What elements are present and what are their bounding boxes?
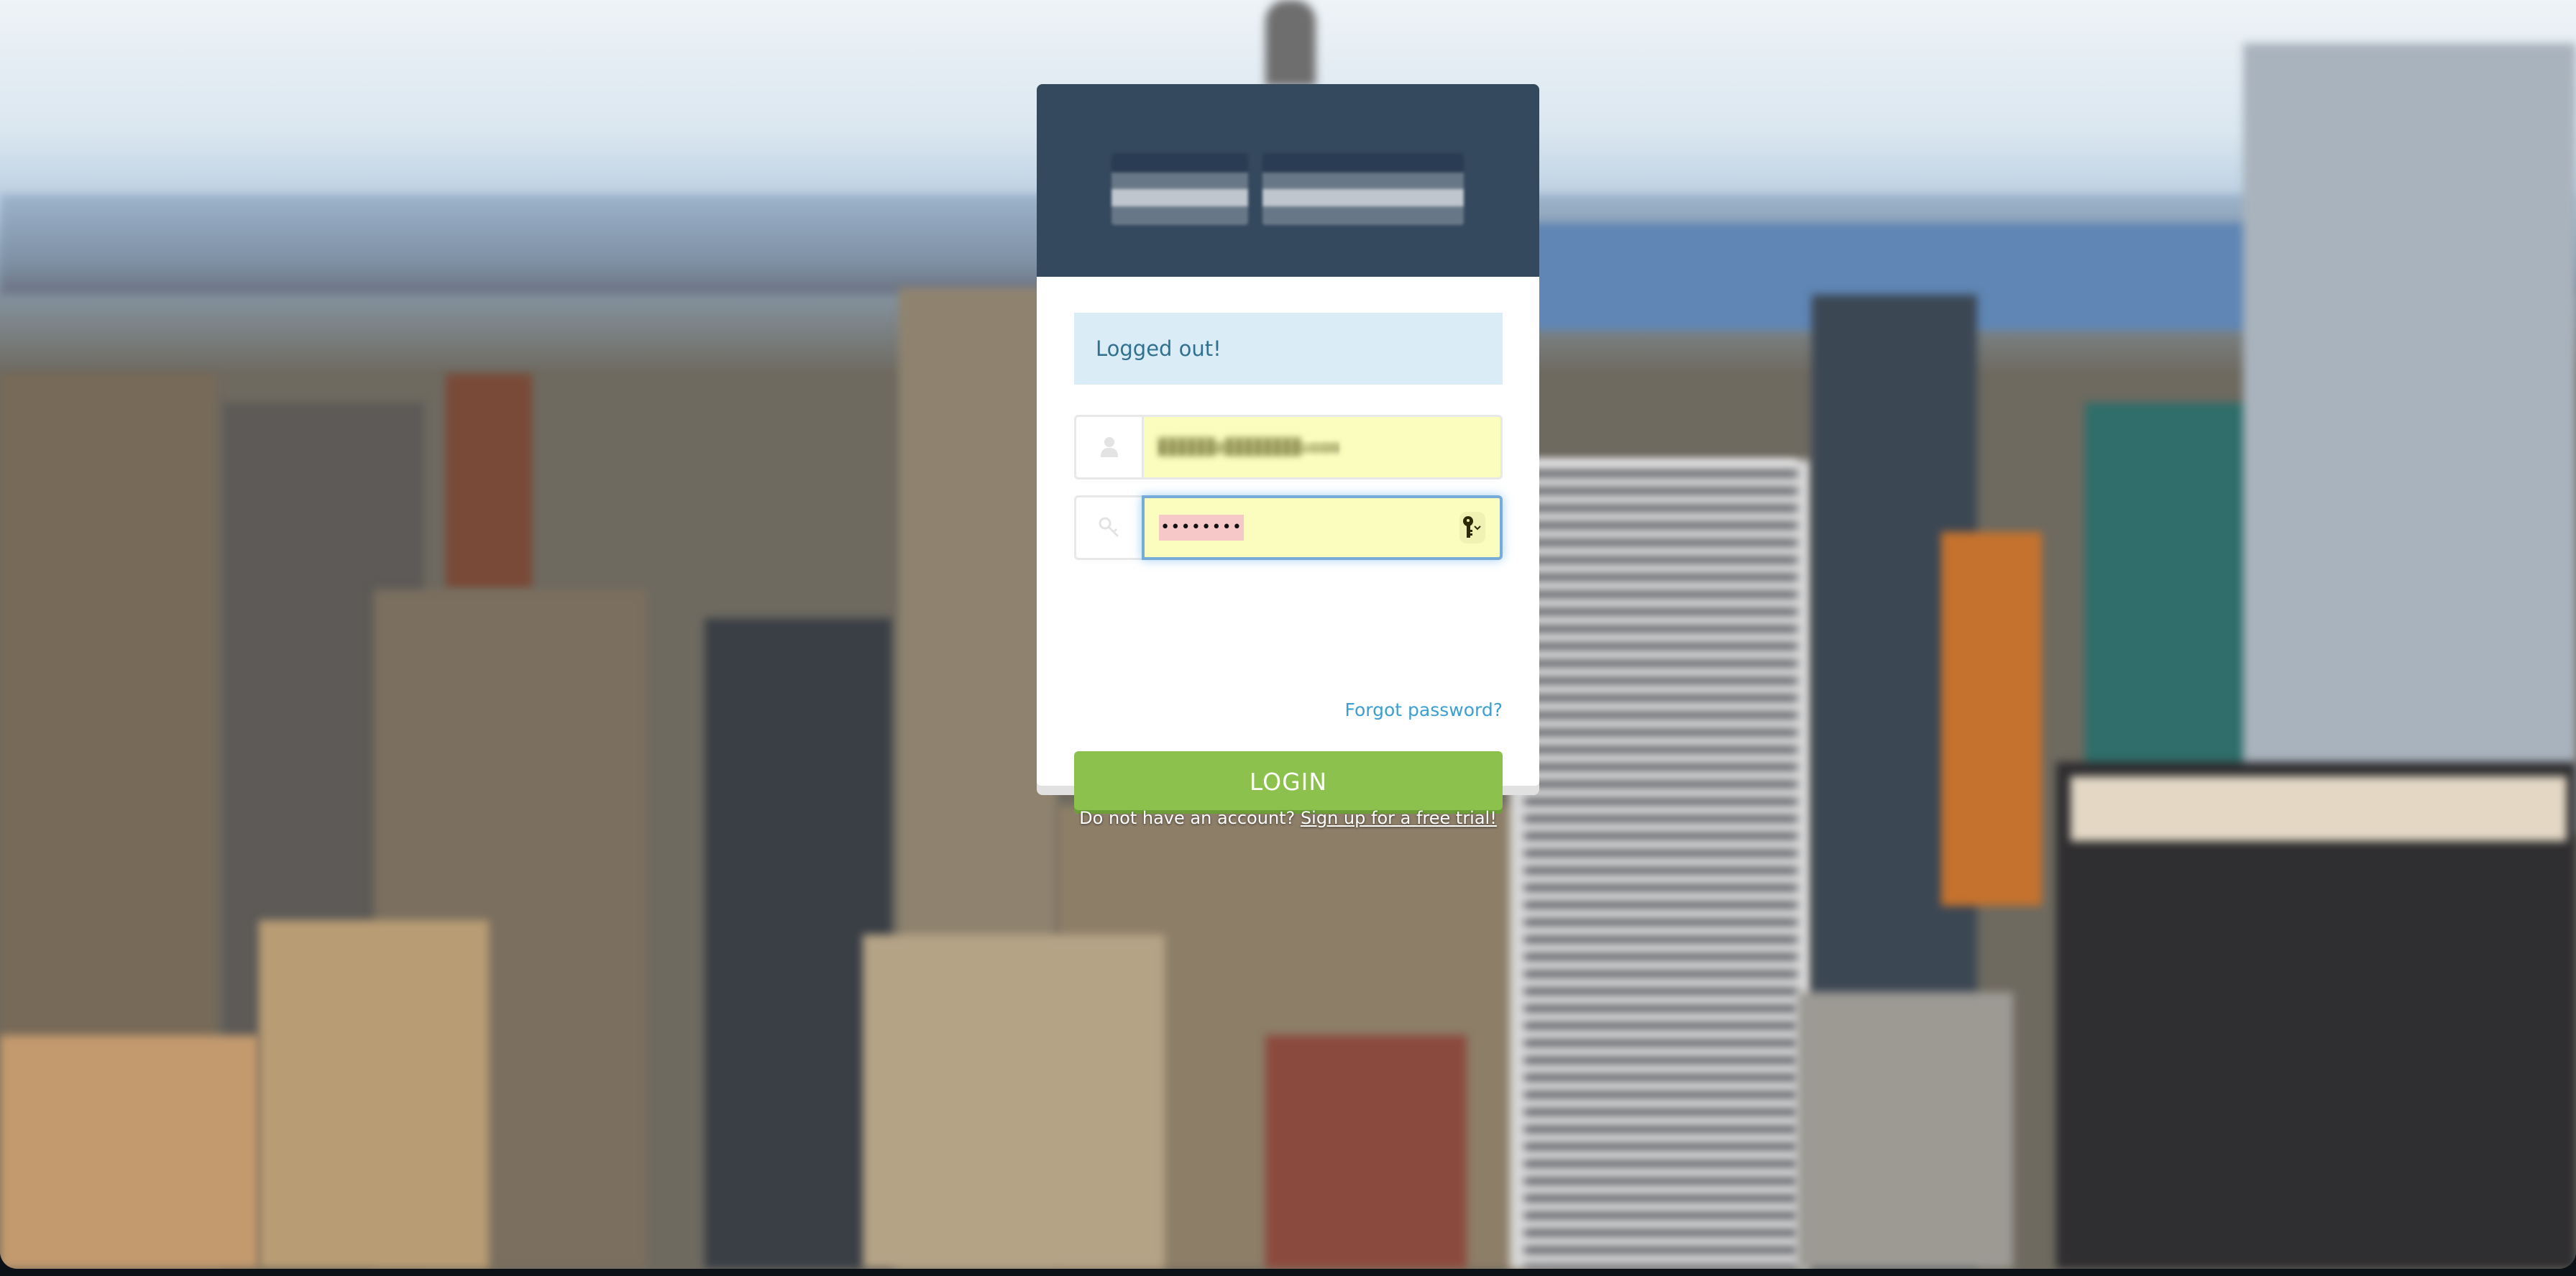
- password-field-group: ••••••••: [1074, 495, 1503, 560]
- key-icon: [1099, 517, 1119, 538]
- signup-link[interactable]: Sign up for a free trial!: [1301, 808, 1497, 828]
- signup-prompt-text: Do not have an account?: [1079, 808, 1296, 828]
- building: [2243, 43, 2576, 834]
- login-form: Logged out! ██████@████████.com ••••••••…: [1037, 277, 1539, 814]
- logged-out-alert: Logged out!: [1074, 313, 1503, 385]
- building: [1941, 532, 2042, 906]
- email-addon: [1074, 415, 1142, 479]
- building: [1524, 460, 1797, 1269]
- building: [863, 935, 1165, 1269]
- alert-message: Logged out!: [1096, 336, 1221, 361]
- building: [0, 1035, 259, 1269]
- password-input[interactable]: ••••••••: [1142, 495, 1503, 560]
- building: [259, 920, 489, 1269]
- password-manager-button[interactable]: [1459, 512, 1485, 543]
- building-spire: [1265, 0, 1316, 86]
- email-value: ██████@████████.com: [1158, 438, 1339, 456]
- key-dropdown-icon: [1463, 516, 1481, 538]
- email-field-group: ██████@████████.com: [1074, 415, 1503, 479]
- logo-word-1: [1111, 153, 1248, 225]
- forgot-password-link[interactable]: Forgot password?: [1345, 699, 1503, 720]
- signup-prompt: Do not have an account? Sign up for a fr…: [0, 808, 2576, 828]
- building: [1797, 992, 2013, 1269]
- company-logo: [1111, 140, 1464, 238]
- password-value: ••••••••: [1159, 515, 1244, 541]
- card-header: [1037, 84, 1539, 277]
- email-input[interactable]: ██████@████████.com: [1142, 415, 1503, 479]
- building: [1265, 1035, 1467, 1269]
- login-button[interactable]: LOGIN: [1074, 751, 1503, 814]
- user-icon: [1100, 437, 1118, 457]
- building: [446, 374, 532, 589]
- login-card: Logged out! ██████@████████.com ••••••••…: [1037, 84, 1539, 814]
- password-addon: [1074, 495, 1142, 560]
- logo-word-2: [1262, 153, 1464, 225]
